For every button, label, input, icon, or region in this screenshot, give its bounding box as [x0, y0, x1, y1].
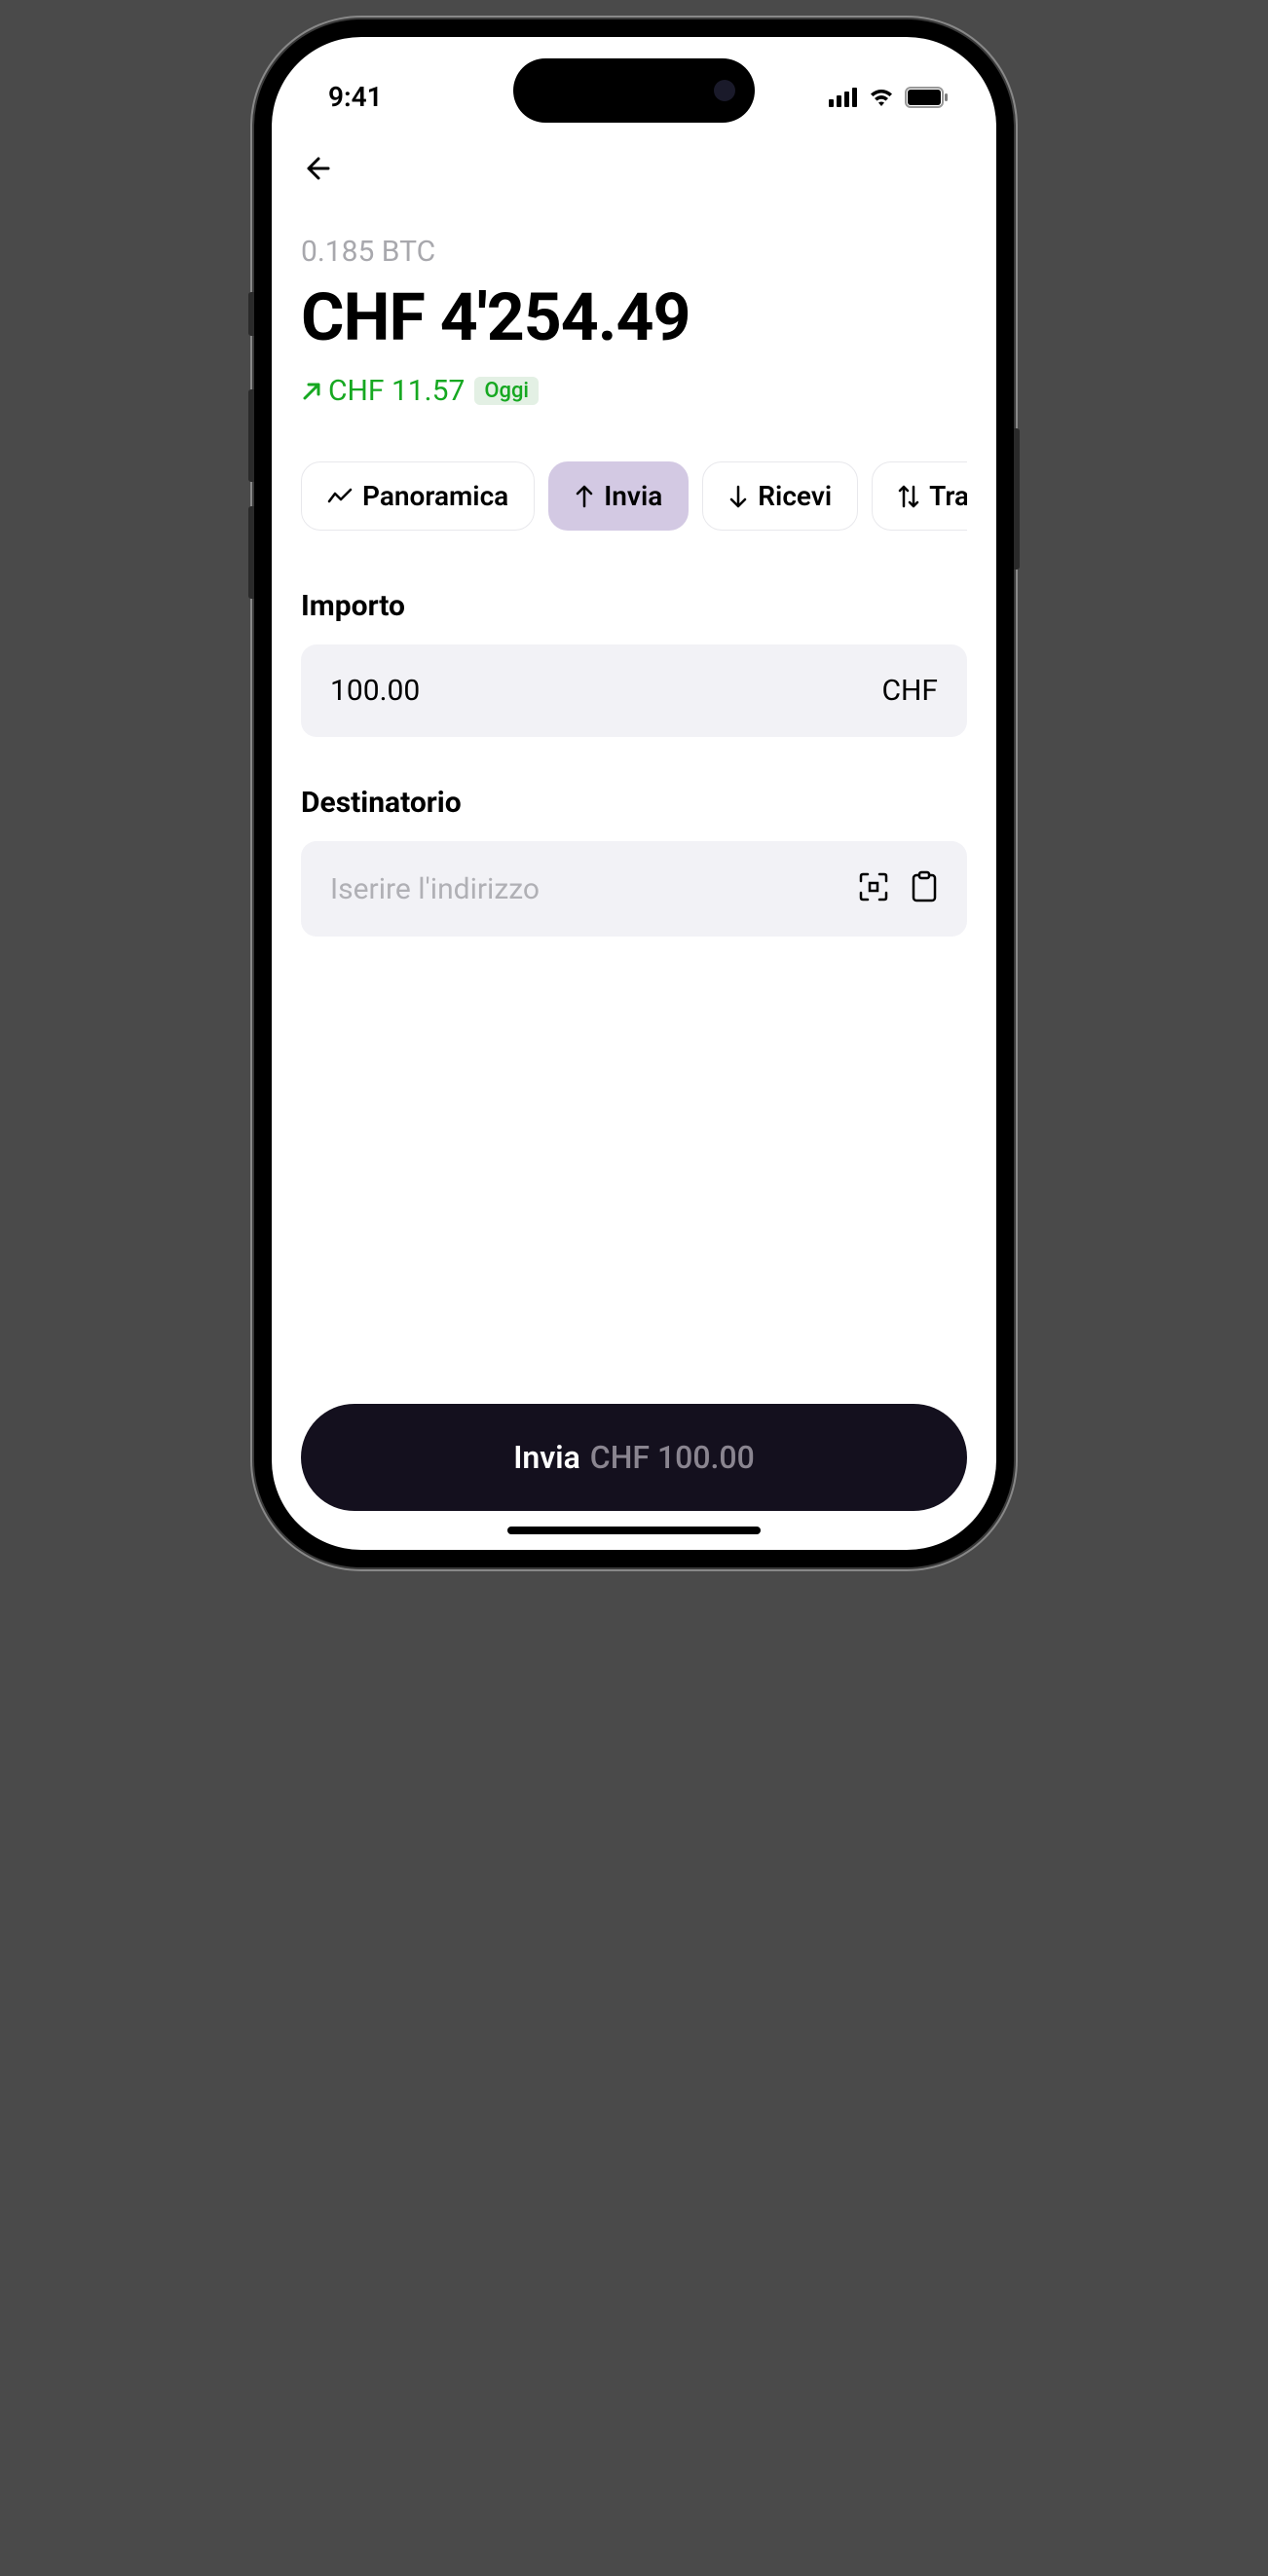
nav-bar	[272, 129, 996, 188]
cellular-icon	[829, 88, 858, 107]
phone-frame: 9:41	[254, 19, 1014, 1567]
tab-ricevi[interactable]: Ricevi	[702, 461, 858, 531]
recipient-section: Destinatorio	[301, 786, 967, 937]
amount-section: Importo CHF	[301, 589, 967, 737]
arrow-up-icon	[575, 485, 594, 508]
content: 0.185 BTC CHF 4'254.49 CHF 11.57 Oggi	[272, 188, 996, 1550]
amount-currency: CHF	[881, 674, 938, 708]
chart-icon	[327, 488, 353, 505]
amount-label: Importo	[301, 589, 967, 623]
home-indicator[interactable]	[507, 1527, 761, 1534]
clipboard-icon	[911, 870, 938, 903]
balance-change: CHF 11.57 Oggi	[301, 374, 967, 408]
balance-section: 0.185 BTC CHF 4'254.49 CHF 11.57 Oggi	[301, 188, 967, 408]
scan-icon	[858, 871, 889, 902]
send-button[interactable]: Invia CHF 100.00	[301, 1404, 967, 1511]
send-button-label: Invia	[513, 1439, 580, 1476]
scan-qr-button[interactable]	[858, 871, 889, 906]
screen: 9:41	[272, 37, 996, 1550]
recipient-input-field[interactable]	[301, 841, 967, 937]
arrow-left-icon	[301, 149, 340, 188]
tab-label: Ricevi	[758, 480, 832, 512]
tab-invia[interactable]: Invia	[548, 461, 689, 531]
paste-button[interactable]	[911, 870, 938, 907]
recipient-input[interactable]	[330, 872, 858, 906]
battery-icon	[905, 87, 948, 108]
arrow-down-icon	[728, 485, 748, 508]
tab-label: Transa	[929, 480, 967, 512]
change-value-container: CHF 11.57	[301, 374, 465, 408]
change-value: CHF 11.57	[328, 374, 465, 408]
recipient-label: Destinatorio	[301, 786, 967, 820]
dynamic-island	[513, 58, 755, 123]
amount-input-field[interactable]: CHF	[301, 644, 967, 737]
tabs: Panoramica Invia Ricevi	[301, 461, 967, 531]
change-period-badge: Oggi	[474, 377, 539, 405]
balance-fiat: CHF 4'254.49	[301, 278, 967, 356]
input-actions	[858, 870, 938, 907]
balance-crypto: 0.185 BTC	[301, 235, 967, 269]
status-time: 9:41	[328, 81, 383, 113]
status-icons	[829, 87, 948, 108]
tab-panoramica[interactable]: Panoramica	[301, 461, 535, 531]
back-button[interactable]	[301, 149, 340, 188]
tab-label: Invia	[604, 480, 662, 512]
tab-transazioni[interactable]: Transa	[872, 461, 967, 531]
arrow-up-right-icon	[301, 381, 322, 402]
wifi-icon	[868, 87, 895, 108]
arrows-up-down-icon	[898, 485, 919, 508]
amount-input[interactable]	[330, 674, 881, 708]
send-button-amount: CHF 100.00	[590, 1439, 755, 1476]
tab-label: Panoramica	[362, 480, 508, 512]
